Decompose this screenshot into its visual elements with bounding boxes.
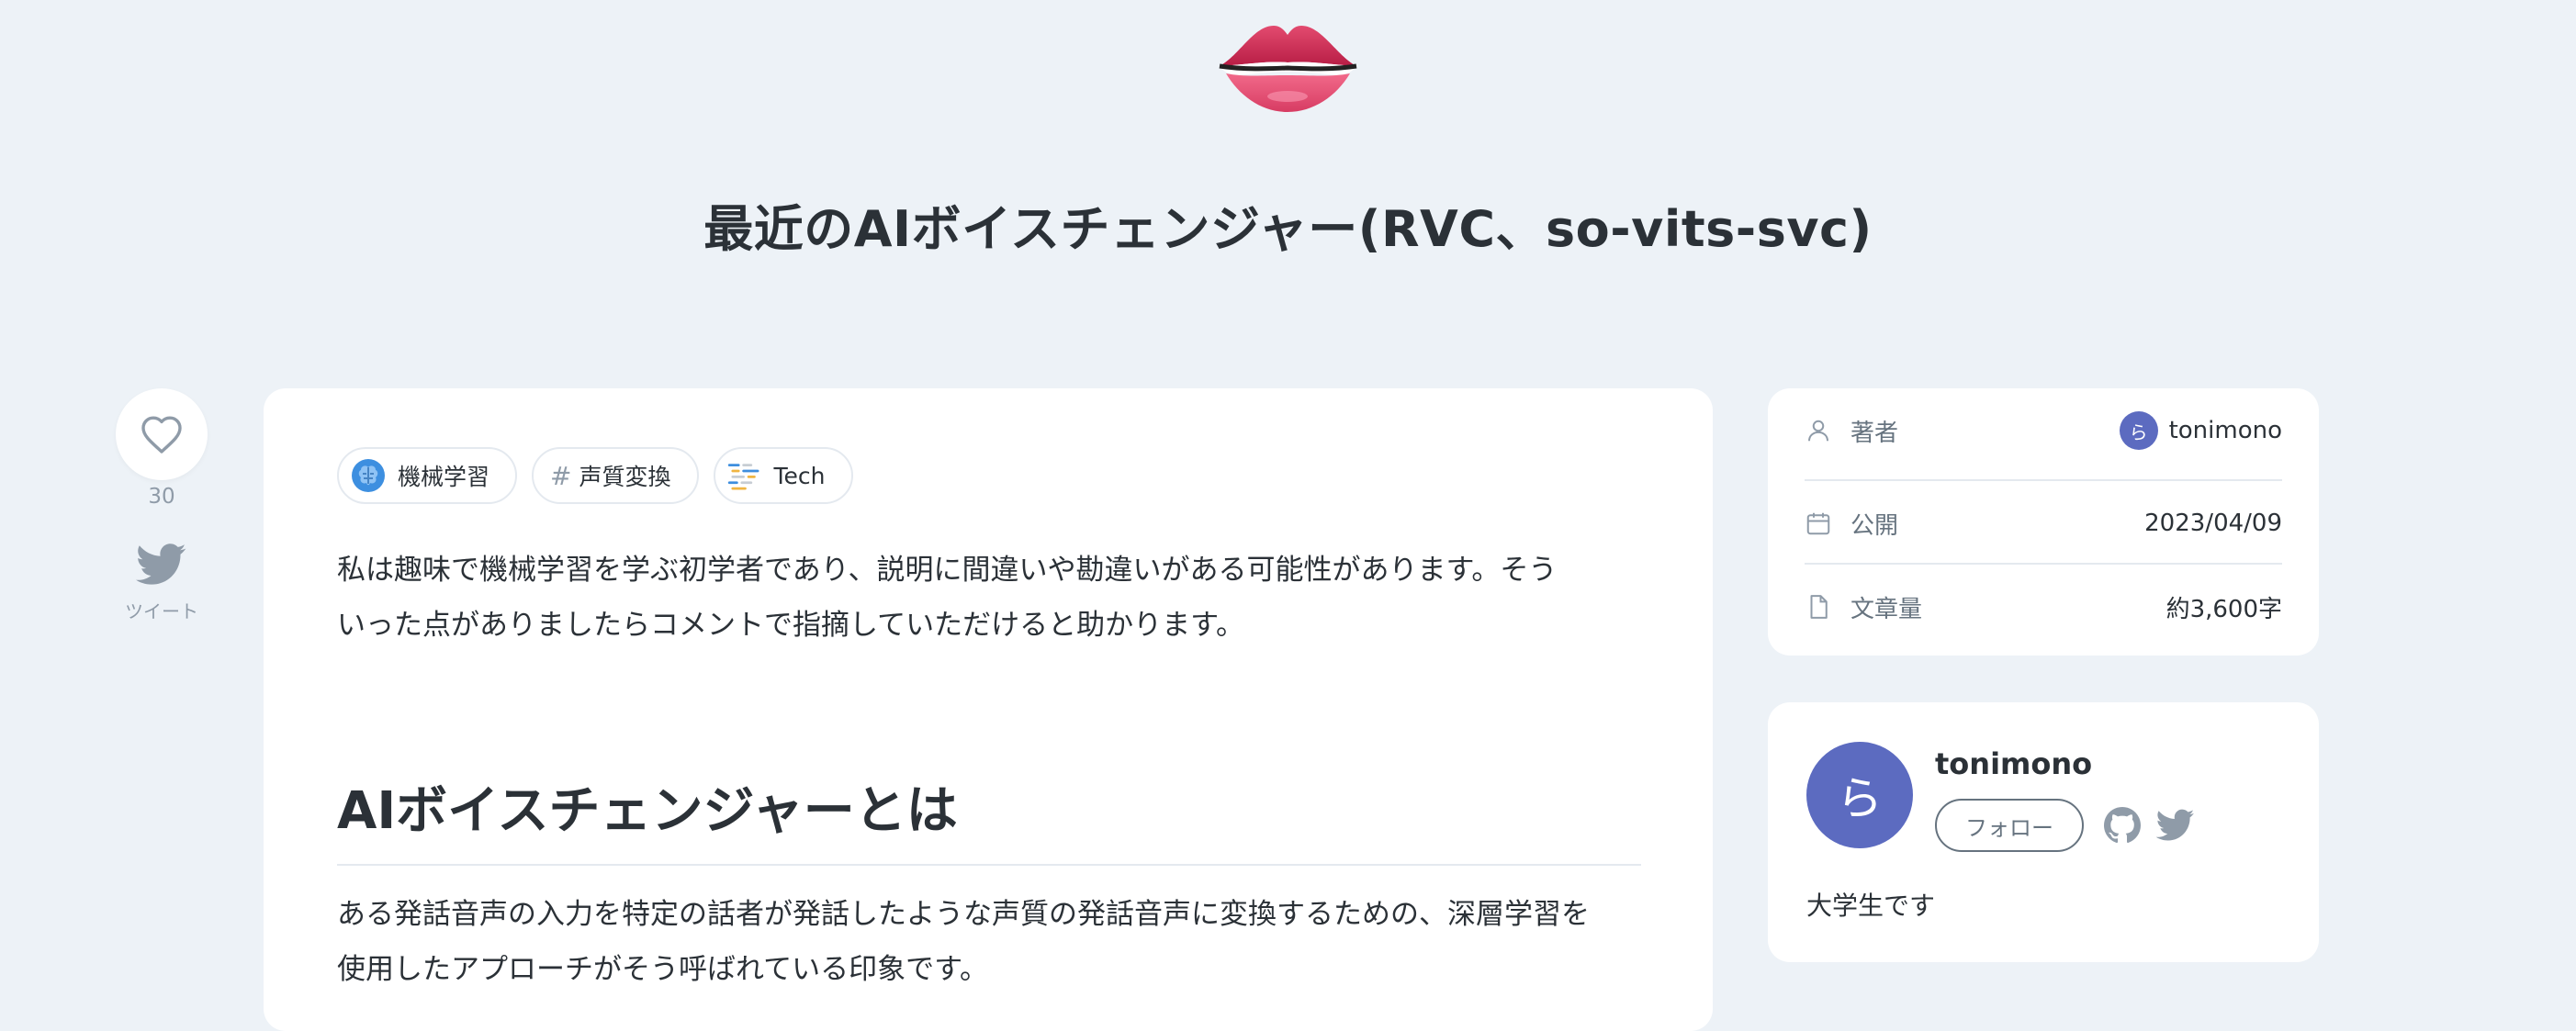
info-row-author: 著者 ら tonimono — [1805, 388, 2282, 473]
user-icon — [1808, 420, 1828, 442]
heart-icon — [141, 416, 182, 454]
like-count: 30 — [148, 485, 175, 509]
intro-line: 私は趣味で機械学習を学ぶ初学者であり、説明に間違いや勘違いがある可能性があります… — [337, 554, 1558, 587]
topic-tech[interactable]: Tech — [713, 447, 853, 504]
info-row-length: 文章量 約3,600字 — [1805, 565, 2282, 649]
code-lines-icon — [726, 457, 763, 494]
github-icon[interactable] — [2104, 807, 2141, 844]
page-title: 最近のAIボイスチェンジャー(RVC、so-vits-svc) — [703, 200, 1873, 258]
twitter-icon[interactable] — [2156, 809, 2195, 842]
author-key: 著者 — [1850, 419, 1899, 447]
body-line: 使用したアプローチがそう呼ばれている印象です。 — [337, 953, 988, 986]
topic-list: 機械学習 # 声質変換 Tech — [337, 447, 853, 504]
follow-button[interactable]: フォロー — [1935, 799, 2084, 852]
tweet-label[interactable]: ツイート — [97, 597, 226, 623]
author-card: ら tonimono フォロー 大学生です — [1768, 702, 2319, 962]
intro-line: いった点がありましたらコメントで指摘していただけると助かります。 — [337, 609, 1244, 642]
body-line: ある発話音声の入力を特定の話者が発話したような声質の発話音声に変換するための、深… — [337, 898, 1590, 931]
length-value: 約3,600字 — [2165, 595, 2282, 623]
twitter-icon[interactable] — [136, 544, 187, 586]
document-icon — [1810, 595, 1828, 619]
topic-label: 声質変換 — [579, 464, 671, 490]
like-button[interactable] — [116, 388, 208, 480]
info-row-published: 公開 2023/04/09 — [1805, 481, 2282, 566]
avatar: ら — [2119, 411, 2158, 450]
topic-label: 機械学習 — [398, 464, 490, 490]
author-name[interactable]: tonimono — [1935, 746, 2092, 781]
article-info-card: 著者 ら tonimono 公開 2023/04/09 文章量 約3,600字 — [1768, 388, 2319, 656]
body-paragraph: ある発話音声の入力を特定の話者が発話したような声質の発話音声に変換するための、深… — [337, 887, 1650, 997]
topic-voice-conversion[interactable]: # 声質変換 — [532, 447, 699, 504]
avatar[interactable]: ら — [1806, 742, 1913, 848]
hash-icon: # — [550, 460, 572, 491]
brain-icon — [350, 457, 387, 494]
intro-paragraph: 私は趣味で機械学習を学ぶ初学者であり、説明に間違いや勘違いがある可能性があります… — [337, 543, 1650, 653]
author-bio: 大学生です — [1806, 891, 1936, 921]
section-heading: AIボイスチェンジャーとは — [337, 769, 1641, 866]
article-card: 機械学習 # 声質変換 Tech 私は趣味で機械学習を学ぶ初学者であり、説明に間… — [264, 388, 1713, 1031]
length-key: 文章量 — [1850, 595, 1923, 623]
published-key: 公開 — [1850, 511, 1899, 540]
topic-machine-learning[interactable]: 機械学習 — [337, 447, 518, 504]
topic-label: Tech — [773, 462, 826, 489]
author-link[interactable]: ら tonimono — [2119, 411, 2282, 450]
lips-emoji-icon — [1219, 26, 1357, 112]
published-date: 2023/04/09 — [2144, 510, 2282, 537]
calendar-icon — [1806, 512, 1830, 535]
author-value: tonimono — [2168, 417, 2282, 444]
